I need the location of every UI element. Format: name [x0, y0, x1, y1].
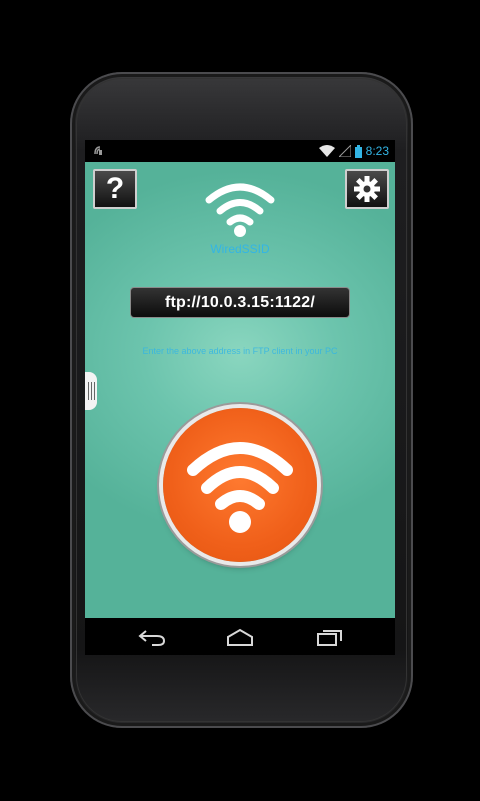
- ftp-address: ftp://10.0.3.15:1122/: [130, 287, 350, 318]
- settings-button[interactable]: [345, 169, 389, 209]
- ftp-toggle-button[interactable]: [163, 408, 317, 562]
- help-icon: ?: [105, 172, 125, 205]
- cell-signal-icon: [338, 145, 351, 157]
- gear-icon: [354, 176, 380, 202]
- recent-apps-icon[interactable]: [315, 626, 345, 648]
- clock: 8:23: [365, 144, 389, 158]
- device-screen: 8:23 ? WiredSSID ftp://10.0.3.15:1122/ E…: [85, 140, 395, 655]
- wifi-signal-icon: [318, 145, 335, 157]
- instruction-text: Enter the above address in FTP client in…: [142, 346, 338, 356]
- help-button[interactable]: ?: [93, 169, 137, 209]
- home-icon[interactable]: [225, 626, 255, 648]
- back-icon[interactable]: [137, 626, 167, 648]
- usb-debug-icon: [94, 146, 102, 155]
- drawer-handle[interactable]: [85, 372, 97, 410]
- wifi-icon: [205, 183, 275, 237]
- app-content: ? WiredSSID ftp://10.0.3.15:1122/ Enter …: [85, 162, 395, 618]
- status-bar: 8:23: [85, 140, 395, 162]
- navigation-bar: [85, 618, 395, 655]
- ssid-label: WiredSSID: [210, 242, 270, 256]
- wifi-icon: [187, 442, 293, 533]
- battery-icon: [354, 144, 362, 158]
